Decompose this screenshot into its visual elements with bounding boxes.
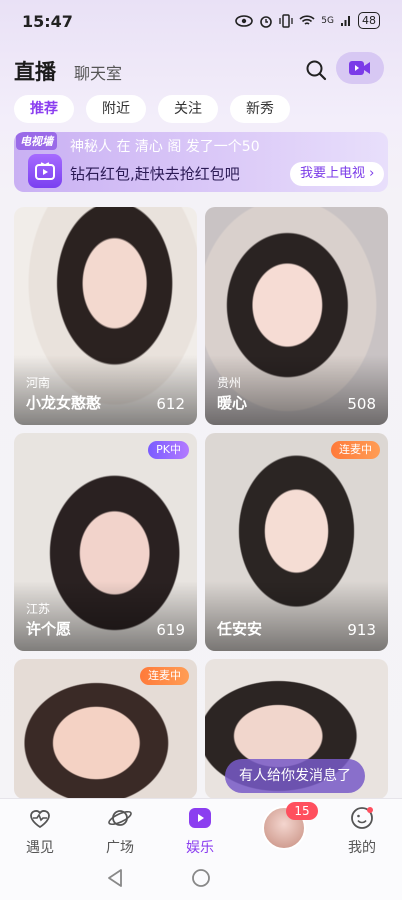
tab-live[interactable]: 直播	[14, 56, 56, 86]
card-name: 小龙女憨憨	[26, 394, 102, 412]
co-host-badge: 连麦中	[140, 667, 189, 685]
go-on-tv-label: 我要上电视	[300, 166, 366, 181]
banner-line1: 神秘人 在 清心 阁 发了一个50	[70, 139, 260, 155]
live-card[interactable]: 连麦中	[14, 659, 197, 799]
banner-line2: 钻石红包,赶快去抢红包吧	[70, 165, 240, 183]
home-icon[interactable]	[191, 868, 211, 888]
tab-plaza-label: 广场	[106, 840, 134, 856]
tab-me-label: 我的	[348, 840, 376, 856]
smile-icon	[351, 807, 373, 829]
wifi-icon	[299, 14, 315, 25]
message-count-badge: 15	[286, 802, 318, 820]
live-card[interactable]: 贵州 暖心 508	[205, 207, 388, 425]
category-chips: 推荐 附近 关注 新秀	[14, 95, 290, 123]
chip-recommend[interactable]: 推荐	[14, 95, 74, 123]
play-icon	[189, 808, 211, 828]
signal-icon	[341, 15, 350, 26]
pk-badge: PK中	[148, 441, 189, 459]
alarm-icon	[260, 15, 273, 28]
signal-label: 5G	[321, 15, 334, 26]
search-icon[interactable]	[304, 58, 328, 82]
tv-wall-banner[interactable]: 电视墙 神秘人 在 清心 阁 发了一个50 钻石红包,赶快去抢红包吧 我要上电视…	[14, 132, 388, 192]
heart-pulse-icon	[30, 810, 50, 829]
card-name: 许个愿	[26, 620, 72, 638]
card-name: 暖心	[217, 394, 248, 412]
go-on-tv-button[interactable]: 我要上电视 ›	[290, 162, 385, 186]
chip-following[interactable]: 关注	[158, 95, 218, 123]
tab-entertainment[interactable]: 娱乐	[165, 805, 235, 857]
chip-nearby[interactable]: 附近	[86, 95, 146, 123]
status-bar: 15:47 5G 48	[0, 0, 402, 44]
back-icon[interactable]	[106, 868, 124, 888]
chip-newcomer[interactable]: 新秀	[230, 95, 290, 123]
top-header: 直播 聊天室	[0, 52, 402, 88]
card-viewer-count: 913	[347, 621, 376, 639]
card-viewer-count: 508	[347, 395, 376, 413]
tab-meet-label: 遇见	[26, 840, 54, 856]
card-region: 贵州	[217, 376, 242, 390]
live-card[interactable]: 连麦中 任安安 913	[205, 433, 388, 651]
card-region: 河南	[26, 376, 51, 390]
status-time: 15:47	[22, 12, 73, 31]
bottom-tab-bar: 遇见 广场 娱乐 我的	[0, 798, 402, 859]
status-icons: 5G 48	[235, 12, 380, 29]
tab-chatroom[interactable]: 聊天室	[74, 60, 122, 84]
live-card[interactable]: PK中 江苏 许个愿 619	[14, 433, 197, 651]
tab-me[interactable]: 我的	[327, 805, 397, 857]
eye-icon	[235, 14, 254, 27]
card-name: 任安安	[217, 620, 263, 638]
go-live-button[interactable]	[336, 52, 384, 84]
tab-meet[interactable]: 遇见	[5, 805, 75, 857]
co-host-badge: 连麦中	[331, 441, 380, 459]
tv-wall-tag: 电视墙	[16, 132, 57, 150]
card-viewer-count: 612	[156, 395, 185, 413]
tab-entertainment-label: 娱乐	[186, 840, 214, 856]
live-card[interactable]: 河南 小龙女憨憨 612	[14, 207, 197, 425]
video-camera-icon	[349, 61, 370, 75]
card-region: 江苏	[26, 602, 51, 616]
card-viewer-count: 619	[156, 621, 185, 639]
battery-indicator: 48	[358, 12, 380, 29]
vibrate-icon	[279, 13, 293, 28]
tv-icon	[28, 154, 62, 188]
message-toast[interactable]: 有人给你发消息了	[225, 759, 365, 793]
system-nav-bar	[0, 858, 402, 900]
planet-icon	[108, 810, 132, 826]
tab-plaza[interactable]: 广场	[85, 805, 155, 857]
